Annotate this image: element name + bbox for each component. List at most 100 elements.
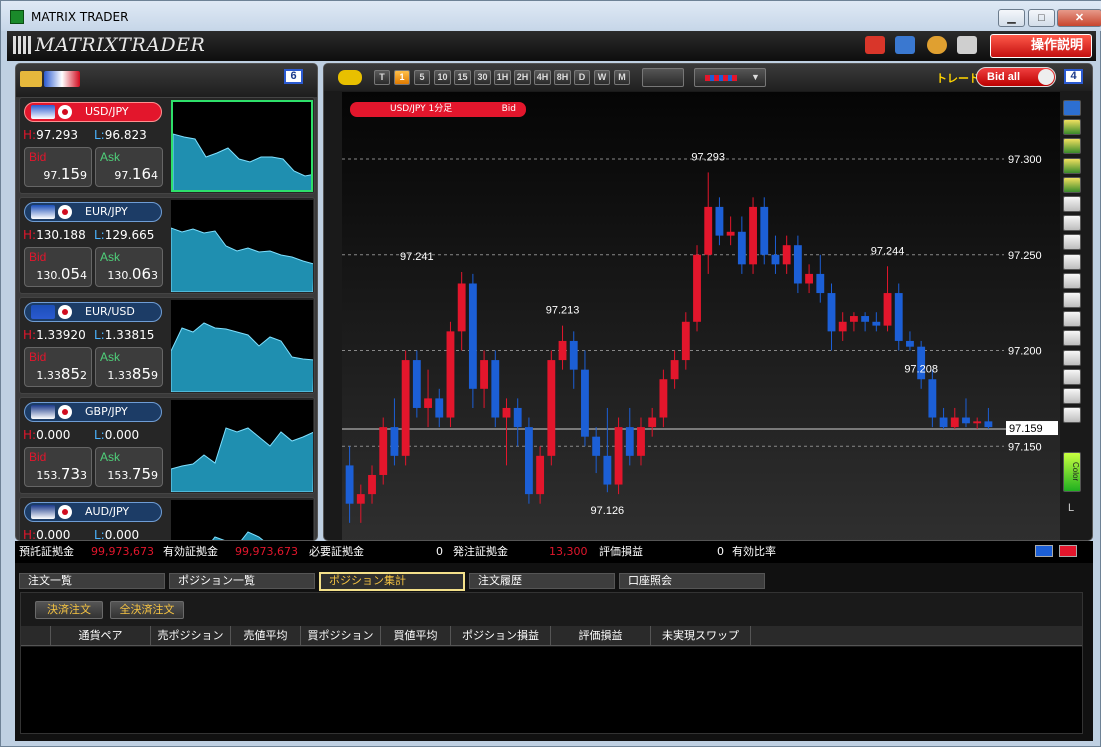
column-header[interactable]: 評価損益: [551, 626, 651, 646]
gann-tool-icon[interactable]: [1063, 349, 1081, 366]
trash-tool-icon[interactable]: [1063, 407, 1081, 424]
column-header[interactable]: 売ポジション: [151, 626, 231, 646]
pair-name-pill[interactable]: GBP/JPY: [24, 402, 162, 422]
help-button[interactable]: 操作説明: [990, 34, 1092, 58]
pair-name-pill[interactable]: AUD/JPY: [24, 502, 162, 522]
settle-all-button[interactable]: 全決済注文: [110, 601, 184, 619]
currency-pair-card[interactable]: EUR/JPY H:130.188 L:129.665 Bid 130.054 …: [19, 197, 315, 294]
ask-button[interactable]: Ask 130.063: [95, 247, 163, 287]
channel-tool-icon[interactable]: [1063, 311, 1081, 328]
timeframe-t-button[interactable]: T: [374, 70, 390, 85]
settle-order-button[interactable]: 決済注文: [35, 601, 103, 619]
cursor-tool-icon[interactable]: [1063, 196, 1081, 212]
timeframe-2h-button[interactable]: 2H: [514, 70, 531, 85]
column-header[interactable]: 買値平均: [381, 626, 451, 646]
tab-3[interactable]: ポジション集計: [319, 572, 465, 591]
mini-chart[interactable]: [171, 100, 313, 192]
text-tool-icon[interactable]: [1063, 368, 1081, 385]
bid-label: Bid: [29, 350, 47, 364]
collapse-down-icon[interactable]: [1035, 545, 1053, 557]
chart-type-select[interactable]: ▼: [694, 68, 766, 87]
ask-price-fraction: 9: [151, 369, 158, 382]
ask-button[interactable]: Ask 97.164: [95, 147, 163, 187]
currency-pair-card[interactable]: AUD/JPY H:0.000 L:0.000 Bid Ask: [19, 497, 315, 540]
hline-tool-icon[interactable]: [1063, 253, 1081, 270]
mini-chart[interactable]: [171, 300, 313, 392]
folder-icon[interactable]: [20, 71, 42, 87]
close-button[interactable]: ✕: [1057, 9, 1101, 27]
timeframe-m-button[interactable]: M: [614, 70, 630, 85]
scale-l-label[interactable]: L: [1068, 502, 1074, 514]
tab-4[interactable]: 注文履歴: [469, 573, 615, 589]
bid-all-toggle[interactable]: Bid all: [976, 67, 1056, 87]
candle-body: [491, 360, 500, 418]
bid-button[interactable]: Bid 1.33852: [24, 347, 92, 387]
message-tool-icon[interactable]: [1063, 138, 1081, 155]
timeframe-4h-button[interactable]: 4H: [534, 70, 551, 85]
mini-chart[interactable]: [171, 500, 313, 540]
fan-tool-icon[interactable]: [1063, 330, 1081, 347]
column-header[interactable]: 買ポジション: [301, 626, 381, 646]
indicator-icon[interactable]: [642, 68, 684, 87]
mini-chart[interactable]: [171, 400, 313, 492]
timeframe-30-button[interactable]: 30: [474, 70, 491, 85]
currency-pair-card[interactable]: GBP/JPY H:0.000 L:0.000 Bid 153.733 Ask …: [19, 397, 315, 494]
toolbox-icon[interactable]: [865, 36, 885, 54]
pair-count-badge[interactable]: 6: [284, 69, 303, 84]
column-header[interactable]: 売値平均: [231, 626, 301, 646]
currency-pair-card[interactable]: EUR/USD H:1.33920 L:1.33815 Bid 1.33852 …: [19, 297, 315, 394]
tab-5[interactable]: 口座照会: [619, 573, 765, 589]
bid-button[interactable]: Bid 97.159: [24, 147, 92, 187]
news-tool-icon[interactable]: [1063, 119, 1081, 136]
timeframe-1h-button[interactable]: 1H: [494, 70, 511, 85]
zoom-icon[interactable]: [338, 70, 362, 85]
timeframe-10-button[interactable]: 10: [434, 70, 451, 85]
y-tick-label: 97.200: [1008, 346, 1042, 358]
price-chart[interactable]: 97.300 97.250 97.200 97.150 97.159 97.293 97.2…: [342, 92, 1060, 541]
trendline-tool-icon[interactable]: [1063, 234, 1081, 251]
expand-up-icon[interactable]: [1059, 545, 1077, 557]
pair-name: GBP/JPY: [85, 405, 128, 418]
bid-button[interactable]: Bid 153.733: [24, 447, 92, 487]
chart-count-badge[interactable]: 4: [1064, 69, 1083, 84]
chart-symbol-label: USD/JPY 1分足: [390, 104, 453, 114]
pair-name-pill[interactable]: EUR/USD: [24, 302, 162, 322]
ask-button[interactable]: Ask 153.759: [95, 447, 163, 487]
bid-button[interactable]: Bid 130.054: [24, 247, 92, 287]
column-header[interactable]: 未実現スワップ: [651, 626, 751, 646]
ask-button[interactable]: Ask 1.33859: [95, 347, 163, 387]
currency-pair-card[interactable]: USD/JPY H:97.293 L:96.823 Bid 97.159 Ask…: [19, 97, 315, 194]
high-label: H:: [23, 228, 37, 242]
tab-2[interactable]: ポジション一覧: [169, 573, 315, 589]
chart-symbol-tag[interactable]: USD/JPY 1分足 Bid: [350, 102, 526, 117]
gear-tool-icon[interactable]: [1063, 176, 1081, 193]
fibo-tool-icon[interactable]: [1063, 292, 1081, 308]
pair-name-pill[interactable]: USD/JPY: [24, 102, 162, 122]
timeframe-8h-button[interactable]: 8H: [554, 70, 571, 85]
vline-tool-icon[interactable]: [1063, 272, 1081, 289]
price-annotation: 97.126: [591, 505, 625, 517]
pair-name-pill[interactable]: EUR/JPY: [24, 202, 162, 222]
mini-chart[interactable]: [171, 200, 313, 292]
eraser-tool-icon[interactable]: [1063, 388, 1081, 404]
minimize-button[interactable]: ▁: [998, 9, 1025, 27]
alert-tool-icon[interactable]: [1063, 157, 1081, 174]
timeframe-1-button[interactable]: 1: [394, 70, 410, 85]
column-header[interactable]: ポジション損益: [451, 626, 551, 646]
pen-tool-icon[interactable]: [1063, 215, 1081, 232]
printer-icon[interactable]: [957, 36, 977, 54]
timeframe-15-button[interactable]: 15: [454, 70, 471, 85]
timeframe-w-button[interactable]: W: [594, 70, 610, 85]
flags-icon[interactable]: [44, 71, 80, 87]
maximize-button[interactable]: □: [1028, 9, 1055, 27]
column-header[interactable]: [21, 626, 51, 646]
timeframe-d-button[interactable]: D: [574, 70, 590, 85]
info-tool-icon[interactable]: [1063, 100, 1081, 116]
column-header[interactable]: 通貨ペア: [51, 626, 151, 646]
tab-1[interactable]: 注文一覧: [19, 573, 165, 589]
save-icon[interactable]: [895, 36, 915, 54]
timeframe-5-button[interactable]: 5: [414, 70, 430, 85]
color-button[interactable]: Color: [1063, 452, 1081, 492]
palette-icon[interactable]: [927, 36, 947, 54]
candlestick-plot[interactable]: 97.300 97.250 97.200 97.150 97.159 97.293 97.2…: [342, 92, 1060, 541]
